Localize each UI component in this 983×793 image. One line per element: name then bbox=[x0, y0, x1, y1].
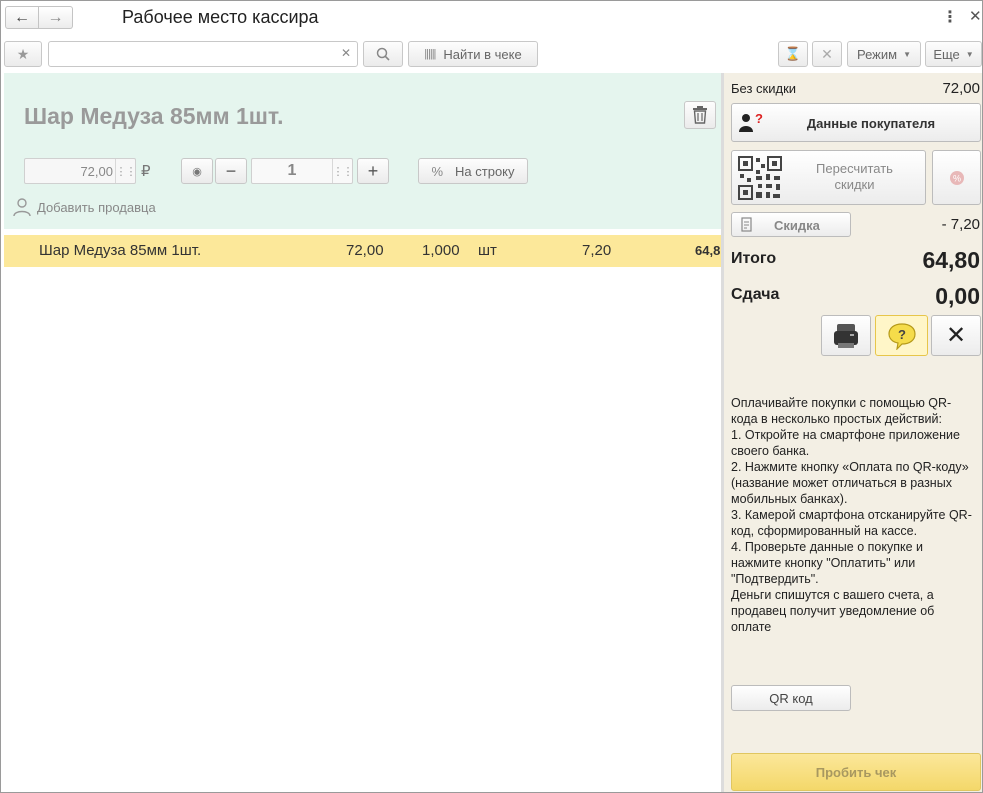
search-field[interactable]: ✕ bbox=[48, 41, 358, 67]
recalc-line-1: Пересчитать bbox=[816, 161, 893, 176]
view-button[interactable]: ◉ bbox=[181, 158, 213, 184]
check-pane: Шар Медуза 85мм 1шт. 72,00 ⋮⋮ ₽ ◉ − 1 ⋮⋮… bbox=[4, 73, 721, 791]
quantity-field[interactable]: 1 ⋮⋮ bbox=[251, 158, 354, 184]
customer-data-label: Данные покупателя bbox=[806, 116, 936, 131]
plus-icon: + bbox=[367, 160, 379, 181]
discount-label: Скидка bbox=[774, 218, 820, 233]
row-discount: 7,20 bbox=[582, 242, 612, 259]
row-quantity: 1,000 bbox=[422, 242, 460, 259]
product-title: Шар Медуза 85мм 1шт. bbox=[24, 103, 284, 129]
search-input[interactable] bbox=[49, 42, 334, 66]
qr-info-line: 4. Проверьте данные о покупке и нажмите … bbox=[731, 540, 923, 586]
calculator-icon[interactable]: ⋮⋮ bbox=[332, 159, 354, 183]
qr-info-line: Оплачивайте покупки с помощью QR-кода в … bbox=[731, 396, 952, 426]
back-button[interactable]: ← bbox=[5, 6, 39, 29]
summary-pane: Без скидки 72,00 ? Данные покупателя Пер… bbox=[724, 73, 982, 792]
printer-icon bbox=[834, 323, 858, 348]
search-button[interactable] bbox=[363, 41, 403, 67]
no-discount-label: Без скидки bbox=[731, 81, 797, 96]
add-seller-label: Добавить продавца bbox=[37, 199, 156, 215]
row-sum: 64,8 bbox=[695, 243, 721, 258]
find-in-check-label: Найти в чеке bbox=[443, 46, 522, 62]
discount-card-button[interactable]: % bbox=[932, 150, 981, 205]
discount-value: - 7,20 bbox=[941, 216, 980, 233]
qr-code-icon bbox=[738, 156, 782, 200]
delete-line-button[interactable] bbox=[684, 101, 716, 129]
window-title: Рабочее место кассира bbox=[122, 7, 319, 27]
print-check-button[interactable]: Пробить чек bbox=[731, 753, 981, 791]
favorite-button[interactable]: ★ bbox=[4, 41, 42, 67]
help-button[interactable]: ? bbox=[875, 315, 928, 356]
currency-sign: ₽ bbox=[141, 163, 151, 180]
qr-info-line: 1. Откройте на смартфоне приложение свое… bbox=[731, 428, 960, 458]
row-name: Шар Медуза 85мм 1шт. bbox=[39, 242, 202, 259]
qr-info-line: 2. Нажмите кнопку «Оплата по QR-коду» (н… bbox=[731, 460, 969, 506]
title-bar: ← → Рабочее место кассира ⋮ ✕ bbox=[1, 1, 982, 35]
search-icon bbox=[376, 47, 390, 61]
mode-button[interactable]: Режим ▼ bbox=[847, 41, 921, 67]
recalc-discounts-button[interactable]: Пересчитать скидки bbox=[731, 150, 926, 205]
qr-code-label: QR код bbox=[769, 691, 813, 706]
per-line-discount-button[interactable]: % На строку bbox=[418, 158, 528, 184]
find-in-check-button[interactable]: |||||| Найти в чеке bbox=[408, 41, 538, 67]
per-line-label: На строку bbox=[455, 163, 515, 179]
discount-badge-icon: % bbox=[950, 171, 964, 185]
close-icon: ✕ bbox=[821, 45, 833, 62]
clear-icon[interactable]: ✕ bbox=[341, 46, 351, 60]
increase-quantity-button[interactable]: + bbox=[357, 158, 389, 184]
add-seller-link[interactable]: Добавить продавца bbox=[12, 197, 156, 217]
recalc-discounts-label: Пересчитать скидки bbox=[790, 161, 919, 193]
eye-icon: ◉ bbox=[192, 165, 202, 178]
product-card: Шар Медуза 85мм 1шт. 72,00 ⋮⋮ ₽ ◉ − 1 ⋮⋮… bbox=[4, 73, 721, 229]
discount-button[interactable]: Скидка bbox=[731, 212, 851, 237]
question-bubble-icon: ? bbox=[887, 322, 916, 350]
barcode-icon: |||||| bbox=[424, 48, 436, 60]
price-value: 72,00 bbox=[80, 164, 113, 179]
change-label: Сдача bbox=[731, 286, 780, 303]
mode-label: Режим bbox=[856, 46, 898, 62]
total-value: 64,80 bbox=[922, 247, 980, 273]
cashier-window: ← → Рабочее место кассира ⋮ ✕ ★ ✕ ||||||… bbox=[0, 0, 983, 793]
percent-icon: % bbox=[431, 163, 444, 179]
forward-button[interactable]: → bbox=[39, 6, 73, 29]
quantity-value: 1 bbox=[287, 162, 297, 179]
cancel-check-button[interactable]: ✕ bbox=[931, 315, 981, 356]
more-label: Еще bbox=[933, 46, 960, 62]
hourglass-icon: ⌛ bbox=[784, 46, 802, 61]
svg-text:%: % bbox=[953, 174, 961, 184]
more-button[interactable]: Еще ▼ bbox=[925, 41, 982, 67]
window-more-icon[interactable]: ⋮ bbox=[942, 7, 958, 27]
customer-data-button[interactable]: ? Данные покупателя bbox=[731, 103, 981, 142]
printer-button[interactable] bbox=[821, 315, 871, 356]
no-discount-value: 72,00 bbox=[942, 80, 980, 97]
chevron-down-icon: ▼ bbox=[965, 49, 974, 59]
qr-payment-info: Оплачивайте покупки с помощью QR-кода в … bbox=[731, 395, 976, 635]
hourglass-button[interactable]: ⌛ bbox=[778, 41, 808, 67]
close-icon: ✕ bbox=[945, 322, 967, 349]
calculator-icon[interactable]: ⋮⋮ bbox=[115, 159, 137, 183]
minus-icon: − bbox=[225, 160, 237, 181]
qr-info-line: 3. Камерой смартфона отсканируйте QR-код… bbox=[731, 508, 972, 538]
qr-info-line: Деньги спишутся с вашего счета, а продав… bbox=[731, 588, 935, 634]
total-label: Итого bbox=[731, 250, 777, 267]
window-close-icon[interactable]: ✕ bbox=[969, 7, 982, 25]
arrow-right-icon: → bbox=[47, 8, 64, 26]
qr-code-button[interactable]: QR код bbox=[731, 685, 851, 711]
row-unit: шт bbox=[478, 242, 497, 259]
star-icon: ★ bbox=[16, 45, 30, 62]
row-price: 72,00 bbox=[346, 242, 384, 259]
trash-icon bbox=[693, 106, 707, 124]
receipt-icon bbox=[741, 217, 752, 232]
user-icon bbox=[13, 198, 31, 217]
svg-text:?: ? bbox=[898, 327, 906, 342]
arrow-left-icon: ← bbox=[14, 8, 30, 26]
chevron-down-icon: ▼ bbox=[903, 49, 911, 59]
table-row[interactable]: Шар Медуза 85мм 1шт. 72,00 1,000 шт 7,20… bbox=[4, 235, 721, 267]
decrease-quantity-button[interactable]: − bbox=[215, 158, 247, 184]
price-field[interactable]: 72,00 ⋮⋮ bbox=[24, 158, 137, 184]
recalc-line-2: скидки bbox=[834, 177, 875, 192]
change-value: 0,00 bbox=[935, 283, 980, 309]
cancel-button[interactable]: ✕ bbox=[812, 41, 842, 67]
